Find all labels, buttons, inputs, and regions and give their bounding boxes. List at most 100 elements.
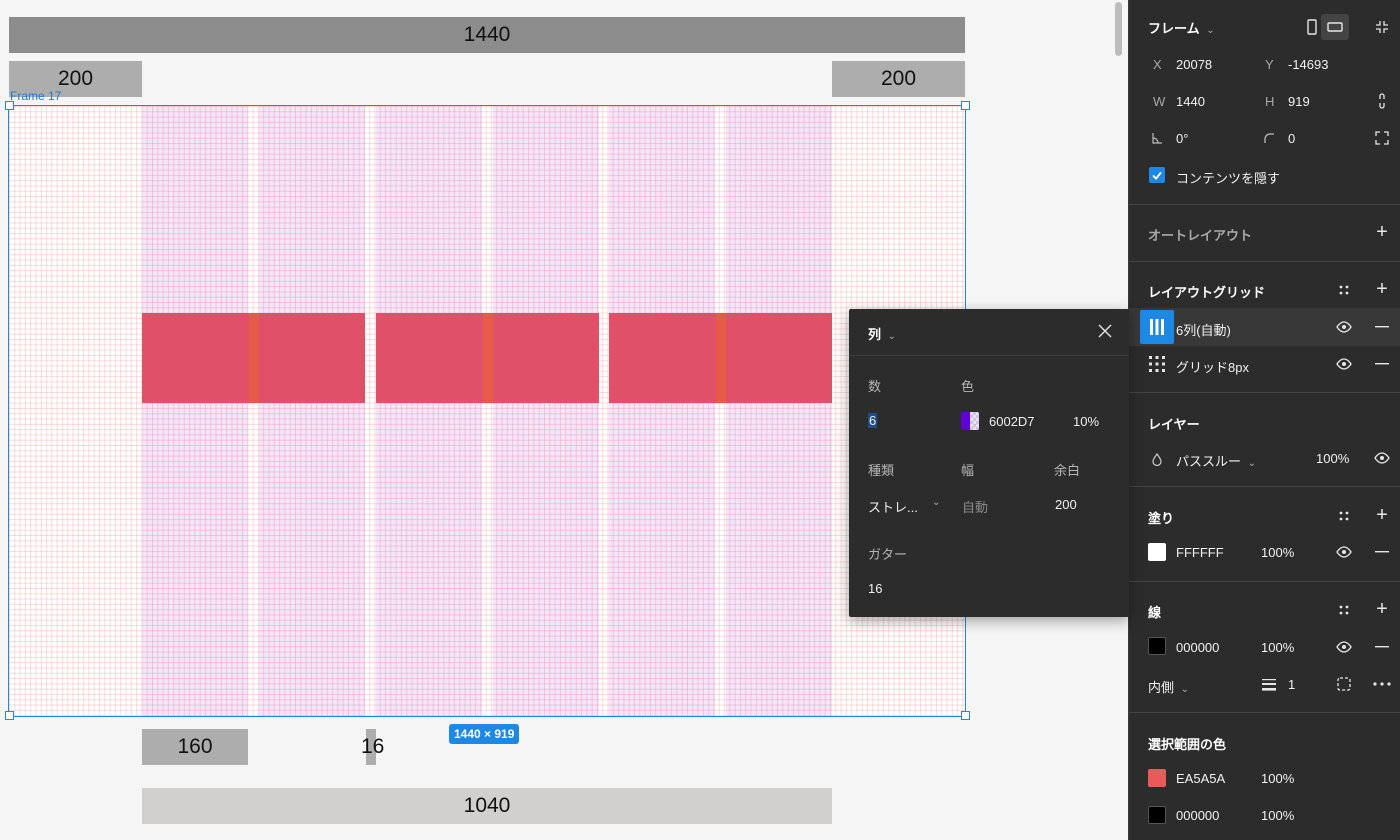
stroke-position-label: 内側 [1148, 680, 1175, 695]
h-input[interactable]: 919 [1288, 94, 1310, 109]
section-divider [1129, 712, 1400, 713]
selection-color-opacity[interactable]: 100% [1261, 771, 1294, 786]
fill-swatch[interactable] [1148, 543, 1166, 561]
grid-settings-popup: 列 ⌄ 数 色 6 6002D7 10% 種類 幅 余白 ストレ... ⌄ 自動… [849, 309, 1129, 617]
gutter-input[interactable]: 16 [868, 581, 882, 596]
fill-hex-input[interactable]: FFFFFF [1176, 545, 1224, 560]
remove-stroke-icon[interactable] [1372, 638, 1392, 656]
chevron-down-icon: ⌄ [1180, 684, 1190, 695]
clip-content-label: コンテンツを隠す [1176, 171, 1281, 186]
auto-layout-title: オートレイアウト [1148, 228, 1253, 243]
corner-radius-icon [1261, 130, 1277, 146]
red-block-overlap [716, 313, 726, 403]
type-value: ストレ... [868, 500, 918, 515]
frame-title: フレーム [1148, 21, 1200, 36]
resize-handle-top-left[interactable] [5, 101, 14, 110]
count-label: 数 [868, 379, 882, 394]
remove-grid-icon[interactable] [1372, 318, 1392, 336]
remove-fill-icon[interactable] [1372, 543, 1392, 561]
grid-column [493, 106, 599, 716]
color-swatch-solid [961, 412, 970, 430]
margin-label: 余白 [1054, 463, 1081, 478]
individual-strokes-icon[interactable] [1334, 675, 1354, 693]
eye-icon[interactable] [1334, 543, 1354, 561]
selection-color-swatch[interactable] [1148, 806, 1166, 824]
type-label: 種類 [868, 463, 895, 478]
corner-radius-input[interactable]: 0 [1288, 131, 1295, 146]
add-auto-layout-icon[interactable]: + [1372, 221, 1392, 243]
w-input[interactable]: 1440 [1176, 94, 1205, 109]
stroke-styles-icon[interactable] [1334, 600, 1354, 620]
landscape-icon[interactable] [1321, 14, 1349, 40]
rotation-icon [1149, 130, 1165, 146]
type-dropdown[interactable]: ストレ... ⌄ [868, 497, 944, 516]
frame-name-label[interactable]: Frame 17 [10, 89, 61, 103]
measure-content-width-label: 1040 [463, 794, 511, 817]
selection-color-hex[interactable]: 000000 [1176, 808, 1219, 823]
layer-opacity-input[interactable]: 100% [1316, 451, 1349, 466]
red-block-overlap [483, 313, 493, 403]
popup-title: 列 [868, 327, 882, 342]
stroke-hex-input[interactable]: 000000 [1176, 640, 1219, 655]
fill-styles-icon[interactable] [1334, 506, 1354, 526]
grid-label-8px[interactable]: グリッド8px [1176, 357, 1249, 376]
layout-grid-title: レイアウトグリッド [1148, 285, 1266, 300]
resize-handle-bottom-left[interactable] [5, 711, 14, 720]
count-input[interactable]: 6 [868, 413, 878, 428]
grid-column [259, 106, 365, 716]
measure-margin-left-label: 200 [57, 67, 94, 90]
color-hex-input[interactable]: 6002D7 [989, 414, 1035, 429]
section-divider [1129, 486, 1400, 487]
color-swatch[interactable] [961, 412, 979, 430]
resize-handle-top-right[interactable] [961, 101, 970, 110]
y-label: Y [1265, 57, 1274, 72]
grid-styles-icon[interactable] [1334, 280, 1354, 300]
add-layout-grid-icon[interactable]: + [1372, 278, 1392, 300]
close-icon[interactable] [1097, 323, 1113, 339]
eye-icon[interactable] [1372, 449, 1392, 467]
selection-color-hex[interactable]: EA5A5A [1176, 771, 1225, 786]
width-input[interactable]: 自動 [962, 497, 988, 516]
y-input[interactable]: -14693 [1288, 57, 1328, 72]
red-block-overlap [249, 313, 259, 403]
stroke-position-dropdown[interactable]: 内側 ⌄ [1148, 677, 1189, 696]
eye-icon[interactable] [1334, 638, 1354, 656]
columns-grid-icon[interactable] [1140, 310, 1174, 344]
h-label: H [1265, 94, 1275, 109]
selection-colors-title: 選択範囲の色 [1148, 737, 1227, 752]
stroke-weight-input[interactable]: 1 [1288, 677, 1295, 692]
selection-color-swatch[interactable] [1148, 769, 1166, 787]
rotation-input[interactable]: 0° [1176, 131, 1188, 146]
section-divider [1129, 261, 1400, 262]
x-input[interactable]: 20078 [1176, 57, 1212, 72]
grid-column [726, 106, 832, 716]
color-opacity-input[interactable]: 10% [1073, 414, 1099, 429]
add-stroke-icon[interactable]: + [1372, 598, 1392, 620]
design-panel: フレーム ⌄ X 20078 Y -14693 W 1440 H 919 0° … [1128, 0, 1400, 840]
fill-opacity-input[interactable]: 100% [1261, 545, 1294, 560]
chevron-down-icon: ⌄ [1247, 458, 1257, 469]
margin-input[interactable]: 200 [1055, 497, 1077, 512]
independent-corners-icon[interactable] [1371, 128, 1393, 148]
remove-grid-icon[interactable] [1372, 355, 1392, 373]
measure-column-width-label: 160 [177, 735, 213, 758]
canvas-scrollbar[interactable] [1115, 2, 1122, 56]
add-fill-icon[interactable]: + [1372, 504, 1392, 526]
eye-icon[interactable] [1334, 355, 1354, 373]
stroke-opacity-input[interactable]: 100% [1261, 640, 1294, 655]
resize-handle-bottom-right[interactable] [961, 711, 970, 720]
resize-to-fit-icon[interactable] [1371, 16, 1393, 38]
clip-content-checkbox[interactable] [1149, 167, 1165, 183]
frame-17[interactable] [8, 105, 966, 717]
grid-type-dropdown[interactable]: 列 ⌄ [868, 324, 896, 343]
frame-title-dropdown[interactable]: フレーム ⌄ [1148, 18, 1215, 37]
square-grid-icon[interactable] [1147, 354, 1167, 374]
blend-mode-dropdown[interactable]: パススルー ⌄ [1176, 451, 1256, 470]
section-divider [1129, 581, 1400, 582]
stroke-swatch[interactable] [1148, 637, 1166, 655]
color-label: 色 [961, 379, 975, 394]
eye-icon[interactable] [1334, 318, 1354, 336]
selection-color-opacity[interactable]: 100% [1261, 808, 1294, 823]
more-options-icon[interactable] [1370, 675, 1394, 693]
constrain-proportions-icon[interactable] [1373, 90, 1391, 112]
